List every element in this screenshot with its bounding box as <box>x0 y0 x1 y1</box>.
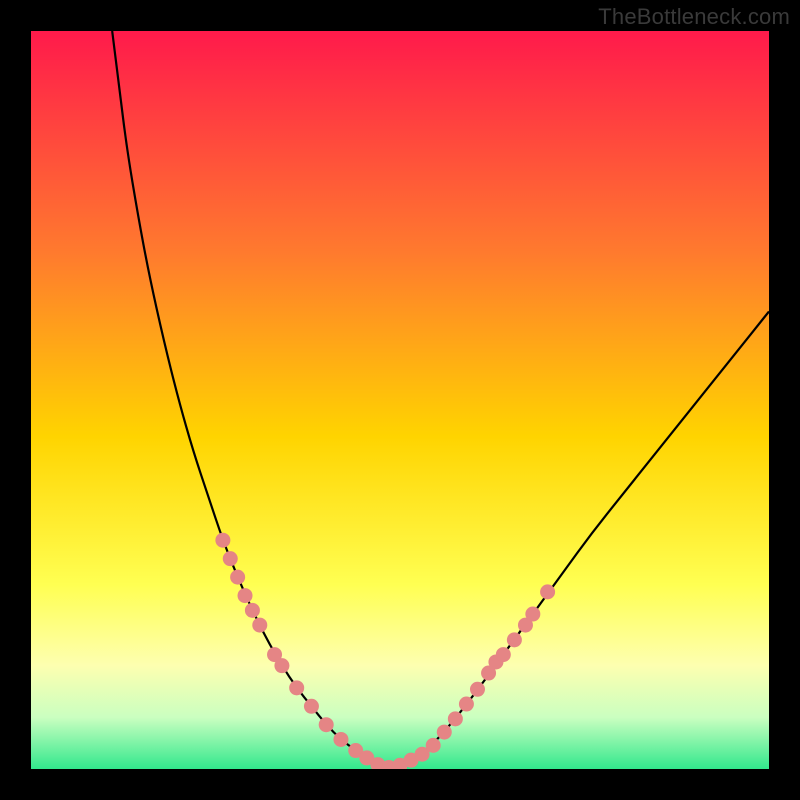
highlight-dot <box>525 607 540 622</box>
highlight-dot <box>223 551 238 566</box>
highlight-dot <box>245 603 260 618</box>
highlight-dot <box>459 697 474 712</box>
highlight-dot <box>507 632 522 647</box>
highlight-dot <box>230 570 245 585</box>
highlight-dot <box>426 738 441 753</box>
highlight-dot <box>304 699 319 714</box>
highlight-dot <box>215 533 230 548</box>
gradient-background <box>31 31 769 769</box>
highlight-dot <box>319 717 334 732</box>
highlight-dot <box>252 618 267 633</box>
highlight-dot <box>437 725 452 740</box>
highlight-dot <box>289 680 304 695</box>
highlight-dot <box>274 658 289 673</box>
chart-frame: TheBottleneck.com <box>0 0 800 800</box>
highlight-dot <box>333 732 348 747</box>
highlight-dot <box>470 682 485 697</box>
highlight-dot <box>540 584 555 599</box>
bottleneck-chart <box>31 31 769 769</box>
highlight-dot <box>238 588 253 603</box>
watermark-text: TheBottleneck.com <box>598 4 790 30</box>
highlight-dot <box>448 711 463 726</box>
highlight-dot <box>496 647 511 662</box>
